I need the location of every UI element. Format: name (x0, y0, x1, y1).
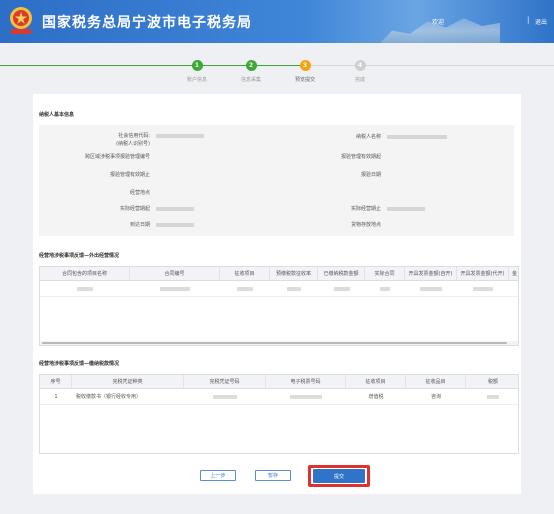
column-header: 已缴纳税款金额 (318, 267, 365, 281)
tax-payment-table: 序号 完税凭证种类 完税凭证号码 电子税票号码 征收项目 征收品目 税额 1 税… (39, 374, 519, 454)
valid-from-label: 报验管理有效期起 (340, 154, 381, 160)
top-banner: 国家税务总局宁波市电子税务局 欢迎 | 退出 (0, 0, 554, 43)
table-header: 合同包含的项目名称 合同编号 征收项目 预缴税款征收率 已缴纳税款金额 实际合同… (40, 267, 518, 281)
table-cell (40, 281, 130, 297)
table-cell (184, 389, 266, 405)
column-header: 实际合同 (365, 267, 405, 281)
header-separator: | (527, 16, 530, 24)
valid-from-row: 报验管理有效期起 (39, 153, 381, 163)
table-cell (220, 281, 270, 297)
seq-cell: 1 (54, 394, 58, 400)
step-3: 3 预览提交 (275, 60, 335, 83)
tax-subitem-cell: 咨询 (430, 394, 441, 400)
site-title: 国家税务总局宁波市电子税务局 (42, 15, 252, 31)
actual-end-row: 实际经营期止 (39, 205, 381, 215)
table-cell (365, 281, 405, 297)
name-label: 纳税人名称 (355, 134, 381, 140)
contract-table: 合同包含的项目名称 合同编号 征收项目 预缴税款征收率 已缴纳税款金额 实际合同… (39, 266, 519, 346)
horizontal-scrollbar[interactable] (40, 341, 518, 345)
column-header: 金 (511, 271, 517, 277)
table-row[interactable] (40, 281, 518, 297)
table-header: 序号 完税凭证种类 完税凭证号码 电子税票号码 征收项目 征收品目 税额 (40, 375, 518, 389)
scrollbar-thumb[interactable] (42, 342, 507, 344)
taxpayer-section-title: 纳税人基本信息 (39, 112, 75, 118)
step-number: 2 (245, 60, 257, 71)
goods-addr-row: 货物存放地点 (39, 221, 381, 231)
actual-end-label: 实际经营期止 (350, 206, 381, 212)
column-header: 电子税票号码 (266, 375, 346, 389)
welcome-text: 欢迎 (432, 19, 445, 26)
column-header: 预缴税款征收率 (270, 267, 318, 281)
step-number: 1 (191, 60, 203, 71)
goods-addr-label: 货物存放地点 (350, 222, 381, 228)
actual-end-value (387, 205, 447, 215)
column-header: 开具发票金额(代开) (457, 267, 509, 281)
step-label: 账户信息 (186, 77, 207, 83)
report-date-label: 报验日期 (360, 172, 381, 178)
masked-value (387, 207, 425, 211)
table-row[interactable]: 1 税收缴款书（银行经收专用） 增值税 咨询 (40, 389, 518, 405)
column-header: 征收品目 (406, 375, 466, 389)
step-2: 2 信息采集 (221, 60, 281, 83)
column-header: 征收项目 (220, 267, 270, 281)
step-label: 完成 (354, 77, 365, 83)
table-cell (466, 389, 518, 405)
tax-emblem-icon (10, 7, 32, 34)
tax-item-cell: 增值税 (368, 394, 384, 400)
step-4: 4 完成 (330, 60, 390, 83)
step-1: 1 账户信息 (167, 60, 227, 83)
name-row: 纳税人名称 (39, 133, 381, 143)
table-cell (266, 389, 346, 405)
column-header: 征收项目 (346, 375, 406, 389)
table-cell (318, 281, 365, 297)
table-cell (457, 281, 509, 297)
highlight-box (308, 465, 370, 487)
prev-step-button[interactable]: 上一步 (200, 470, 236, 481)
logout-link[interactable]: 退出 (535, 17, 547, 26)
step-number: 3 (299, 60, 311, 71)
step-label: 预览提交 (294, 77, 315, 83)
biz-addr-row: 经营地点 (39, 189, 150, 199)
name-value (387, 133, 457, 143)
report-date-row: 报验日期 (39, 171, 381, 181)
tax-section-title: 经营地涉税事项反馈—缴纳税款情况 (39, 361, 120, 367)
step-number: 4 (354, 60, 366, 71)
column-header: 开具发票金额(自开) (405, 267, 457, 281)
column-header: 完税凭证种类 (72, 375, 184, 389)
step-label: 信息采集 (240, 77, 261, 83)
column-header: 合同包含的项目名称 (40, 267, 130, 281)
table-cell (130, 281, 220, 297)
column-header: 合同编号 (130, 267, 220, 281)
table-cell (270, 281, 318, 297)
column-header: 完税凭证号码 (184, 375, 266, 389)
voucher-type-cell: 税收缴款书（银行经收专用） (76, 394, 142, 400)
biz-addr-label: 经营地点 (129, 190, 150, 196)
taxpayer-info-box: 社会信用代码: (纳税人识别号) 纳税人名称 跨区域涉税事项报验管理编号 报验管… (39, 125, 514, 236)
main-panel: 纳税人基本信息 社会信用代码: (纳税人识别号) 纳税人名称 跨区域涉税事项报验… (33, 94, 521, 494)
column-header: 税额 (487, 379, 498, 385)
step-progress: 1 账户信息 2 信息采集 3 预览提交 4 完成 (0, 52, 554, 83)
column-header: 序号 (40, 375, 72, 389)
table-cell (405, 281, 457, 297)
contract-section-title: 经营地涉税事项反馈—外出经营情况 (39, 253, 120, 259)
masked-value (387, 135, 447, 139)
save-draft-button[interactable]: 暂存 (255, 470, 291, 481)
